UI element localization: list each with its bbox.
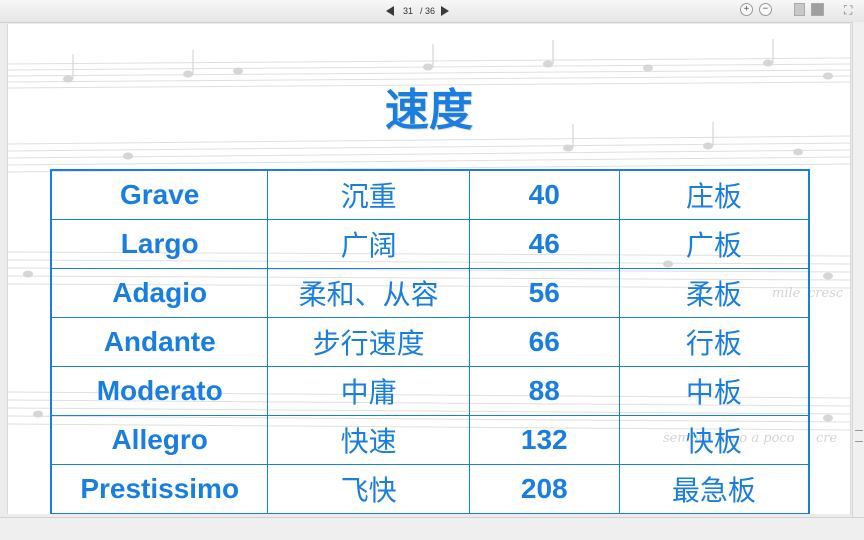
tempo-term: Andante [50, 317, 269, 367]
tempo-table-body: Grave 沉重 40 庄板 Largo 广阔 46 广板 Adagio 柔和、从容 56 柔板 And… [50, 169, 810, 514]
chinese-tempo-name: 庄板 [618, 169, 810, 220]
chinese-meaning: 广阔 [267, 219, 470, 269]
bg-word-cre: cre [816, 431, 837, 446]
next-page-icon[interactable] [441, 6, 450, 16]
toolbar-right-controls: + − ⛶ [740, 3, 856, 16]
status-bar [0, 517, 864, 540]
chinese-meaning: 快速 [267, 415, 470, 465]
total-pages-label: / 36 [420, 6, 436, 16]
table-row: Andante 步行速度 66 行板 [50, 317, 810, 367]
table-row: Grave 沉重 40 庄板 [50, 169, 810, 220]
table-row: Moderato 中庸 88 中板 [50, 366, 810, 416]
tempo-term: Largo [50, 219, 269, 269]
bpm-value: 88 [468, 366, 620, 416]
bpm-value: 56 [468, 268, 620, 318]
chinese-meaning: 中庸 [267, 366, 470, 416]
tempo-term: Allegro [50, 415, 269, 465]
bpm-value: 46 [468, 219, 620, 269]
bpm-value: 66 [468, 317, 620, 367]
table-row: Prestissimo 飞快 208 最急板 [50, 464, 810, 514]
tempo-term: Moderato [50, 366, 269, 416]
presentation-slide: mile cresc sempre poco a poco cre 速度 Gra… [7, 24, 851, 514]
vertical-scrollbar[interactable] [852, 22, 864, 517]
slide-title: 速度 [385, 85, 473, 136]
chinese-tempo-name: 中板 [618, 366, 810, 416]
zoom-in-icon[interactable]: + [740, 3, 753, 16]
bg-word-cresc: cresc [808, 286, 844, 301]
table-row: Allegro 快速 132 快板 [50, 415, 810, 465]
page-navigator: 31 / 36 [386, 3, 450, 19]
chinese-meaning: 柔和、从容 [267, 268, 470, 318]
chinese-tempo-name: 广板 [618, 219, 810, 269]
bpm-value: 40 [468, 169, 620, 220]
fit-to-window-icon[interactable]: ⛶ [844, 4, 856, 16]
previous-page-icon[interactable] [386, 6, 394, 16]
chinese-tempo-name: 行板 [618, 317, 810, 367]
chinese-meaning: 飞快 [267, 464, 470, 514]
chinese-tempo-name: 最急板 [618, 464, 810, 514]
tempo-term: Prestissimo [50, 464, 269, 514]
chinese-meaning: 沉重 [267, 169, 470, 220]
tempo-table: Grave 沉重 40 庄板 Largo 广阔 46 广板 Adagio 柔和、从容 56 柔板 And… [50, 169, 810, 514]
zoom-out-icon[interactable]: − [759, 3, 772, 16]
chinese-meaning: 步行速度 [267, 317, 470, 367]
scrollbar-grip-icon[interactable] [855, 430, 863, 442]
table-row: Adagio 柔和、从容 56 柔板 [50, 268, 810, 318]
chinese-tempo-name: 柔板 [618, 268, 810, 318]
grid-view-icon[interactable] [811, 3, 824, 16]
current-page-field[interactable]: 31 [400, 6, 416, 16]
tempo-term: Grave [50, 169, 269, 220]
bpm-value: 208 [468, 464, 620, 514]
tempo-term: Adagio [50, 268, 269, 318]
table-row: Largo 广阔 46 广板 [50, 219, 810, 269]
chinese-tempo-name: 快板 [618, 415, 810, 465]
viewer-toolbar: 31 / 36 + − ⛶ [0, 0, 864, 23]
bpm-value: 132 [468, 415, 620, 465]
single-page-view-icon[interactable] [794, 3, 805, 16]
page-indicator: 31 / 36 [400, 6, 435, 16]
